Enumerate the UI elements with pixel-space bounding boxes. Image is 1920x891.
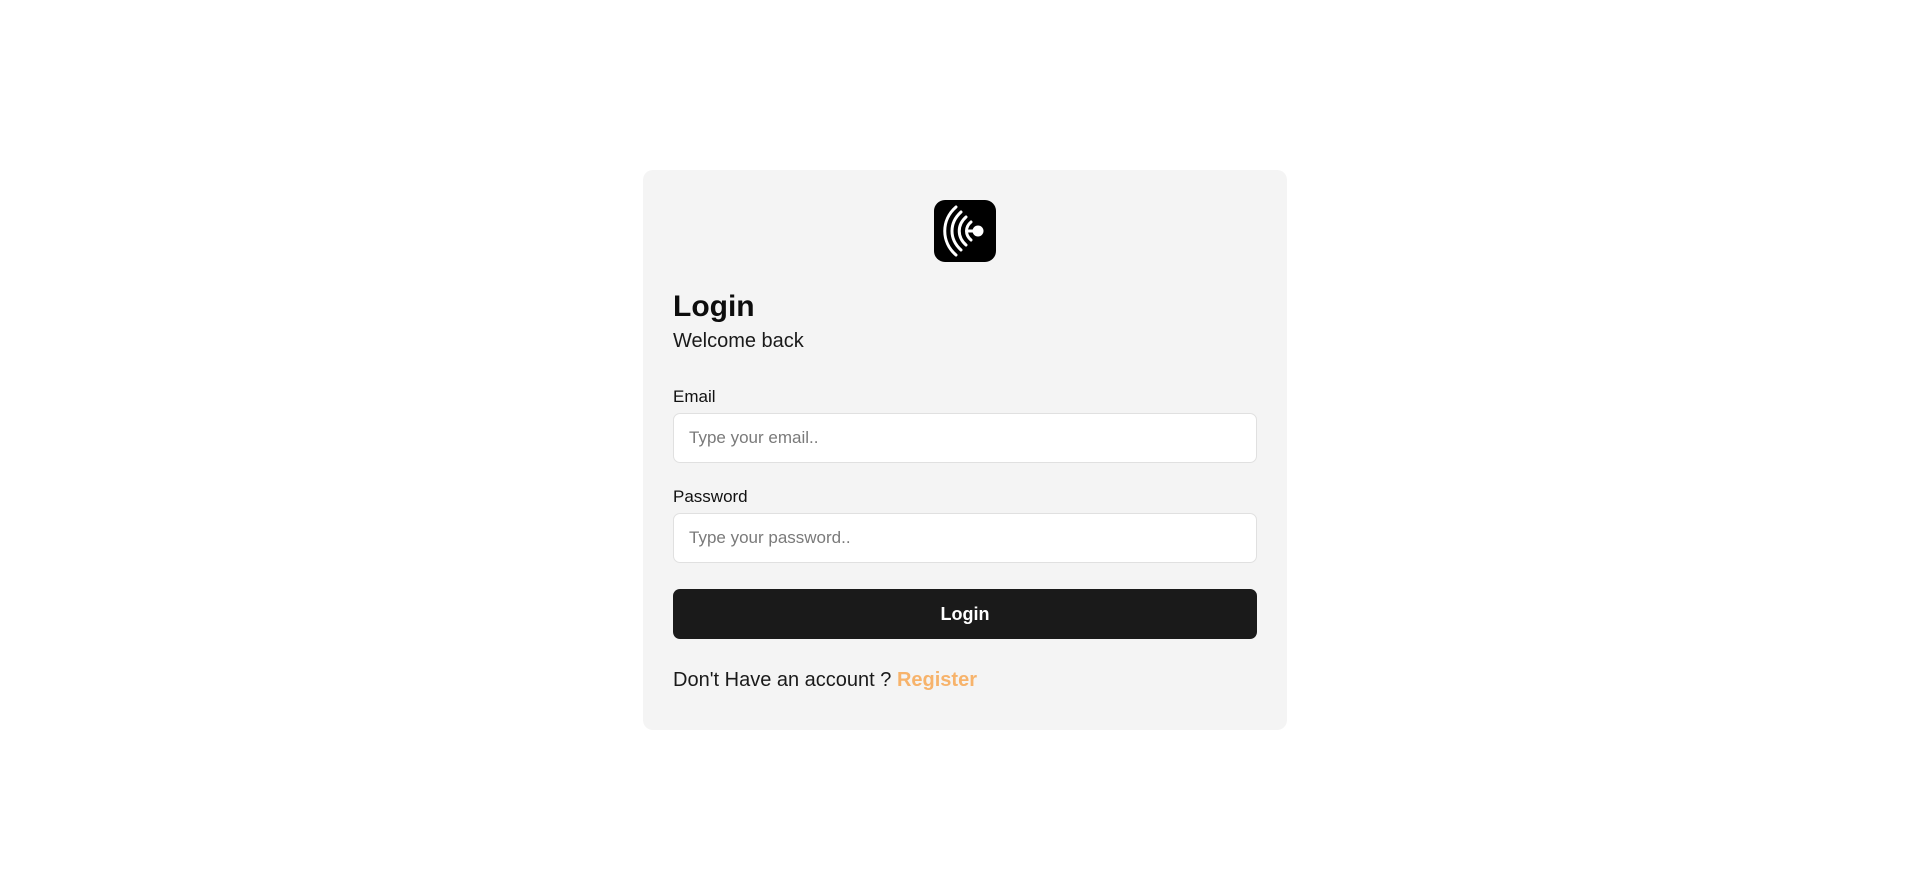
email-input[interactable] [673, 413, 1257, 463]
register-row: Don't Have an account ? Register [673, 667, 1257, 693]
radio-waves-icon [943, 205, 984, 257]
app-logo [934, 200, 996, 262]
password-field-group: Password [673, 487, 1257, 563]
logo-container [673, 200, 1257, 262]
page-subtitle: Welcome back [673, 330, 804, 352]
password-input[interactable] [673, 513, 1257, 563]
email-field-group: Email [673, 387, 1257, 463]
page-title: Login [673, 290, 755, 323]
register-prompt: Don't Have an account ? [673, 669, 897, 691]
login-button[interactable]: Login [673, 589, 1257, 639]
register-link[interactable]: Register [897, 669, 977, 691]
password-label: Password [673, 487, 748, 506]
login-card: Login Welcome back Email Password Login … [643, 170, 1287, 730]
email-label: Email [673, 387, 716, 406]
